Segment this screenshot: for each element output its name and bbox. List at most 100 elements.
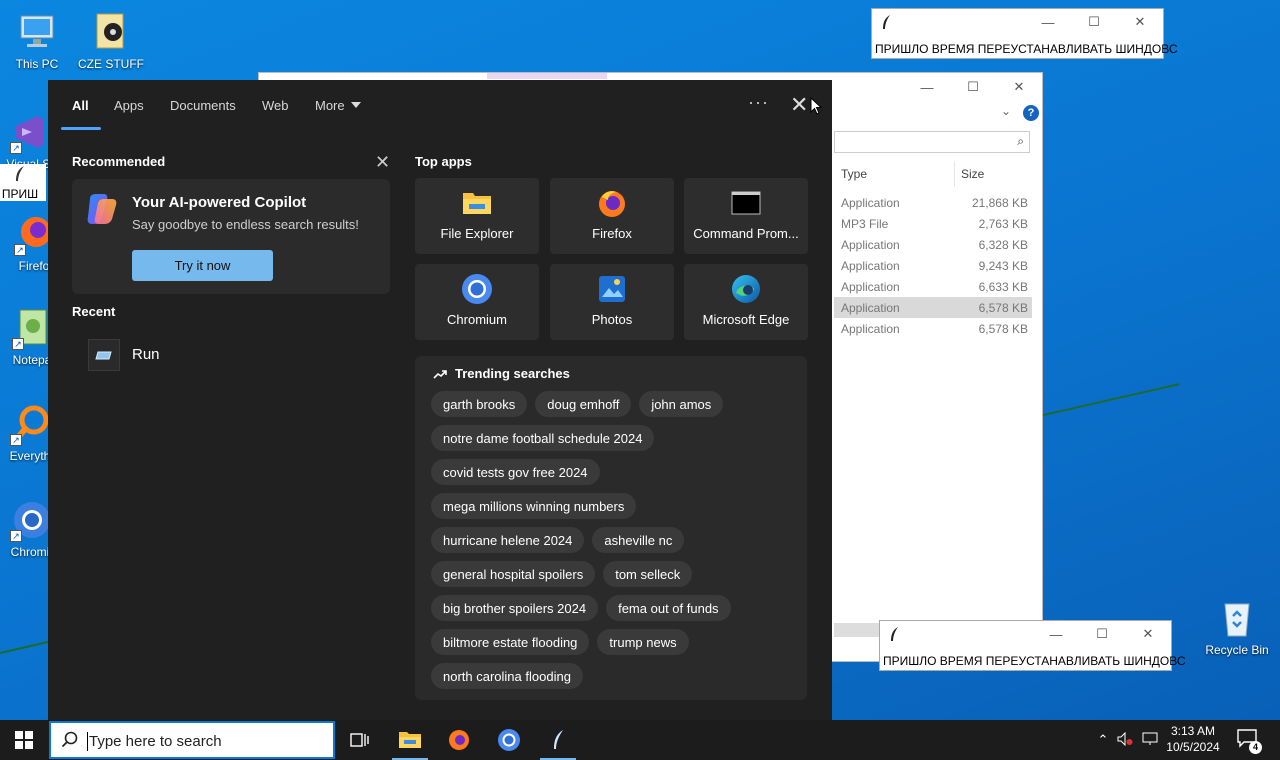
notification-center-button[interactable]: 4 bbox=[1236, 728, 1262, 754]
column-divider bbox=[954, 161, 955, 187]
taskbar-notepad[interactable] bbox=[534, 720, 582, 760]
notepad-window-controls: — ☐ ✕ bbox=[1033, 621, 1171, 647]
trending-chip[interactable]: tom selleck bbox=[603, 561, 693, 587]
help-icon[interactable]: ? bbox=[1023, 105, 1039, 121]
taskbar-file-explorer[interactable] bbox=[386, 720, 434, 760]
notepad-titlebar[interactable]: — ☐ ✕ bbox=[872, 9, 1163, 35]
column-header-type[interactable]: Type bbox=[841, 167, 867, 181]
notepad-titlebar[interactable]: — ☐ ✕ bbox=[880, 621, 1171, 647]
this-pc-icon bbox=[15, 10, 59, 54]
maximize-icon[interactable]: ☐ bbox=[950, 73, 996, 101]
app-tile-label: Command Prom... bbox=[693, 226, 799, 241]
copilot-card[interactable]: Your AI-powered Copilot Say goodbye to e… bbox=[72, 179, 390, 294]
table-row[interactable]: Application 21,868 KB bbox=[834, 192, 1032, 213]
trending-chip[interactable]: mega millions winning numbers bbox=[431, 493, 637, 519]
recent-item-run[interactable]: Run bbox=[88, 338, 388, 372]
trending-chip[interactable]: doug emhoff bbox=[535, 391, 632, 417]
trending-chip[interactable]: big brother spoilers 2024 bbox=[431, 595, 599, 621]
system-tray: ⌃ bbox=[1094, 720, 1162, 760]
explorer-search-input[interactable]: ⌕ bbox=[834, 131, 1030, 153]
tab-all[interactable]: All bbox=[72, 98, 89, 113]
chevron-down-icon[interactable]: ⌄ bbox=[1001, 104, 1011, 118]
close-icon[interactable]: ✕ bbox=[1117, 9, 1163, 35]
minimize-icon[interactable]: — bbox=[1033, 621, 1079, 647]
table-row[interactable]: Application 9,243 KB bbox=[834, 255, 1032, 276]
notepad-window-top[interactable]: — ☐ ✕ ПРИШЛО ВРЕМЯ ПЕРЕУСТАНАВЛИВАТЬ ШИН… bbox=[871, 8, 1178, 59]
chip-row: mega millions winning numbers bbox=[431, 493, 801, 527]
close-icon[interactable]: ✕ bbox=[1125, 621, 1171, 647]
start-button[interactable] bbox=[0, 720, 48, 760]
chip-row: notre dame football schedule 2024 bbox=[431, 425, 801, 459]
table-row-selected[interactable]: Application 6,578 KB bbox=[834, 297, 1032, 318]
notepad-text: ПРИШЛО ВРЕМЯ ПЕРЕУСТАНАВЛИВАТЬ ШИНДОВС bbox=[883, 654, 1186, 668]
active-tab-indicator bbox=[61, 127, 101, 130]
search-icon bbox=[61, 731, 78, 748]
close-icon[interactable]: ✕ bbox=[375, 152, 390, 173]
chip-row: north carolina flooding bbox=[431, 663, 801, 697]
close-icon[interactable]: ✕ bbox=[790, 94, 808, 116]
desktop-icon-cze-stuff[interactable]: CZE STUFF bbox=[75, 10, 147, 71]
table-row[interactable]: Application 6,578 KB bbox=[834, 318, 1032, 339]
app-tile-file-explorer[interactable]: File Explorer bbox=[415, 178, 539, 254]
app-tile-chromium[interactable]: Chromium bbox=[415, 264, 539, 340]
app-tile-photos[interactable]: Photos bbox=[550, 264, 674, 340]
taskbar-chromium[interactable] bbox=[485, 720, 533, 760]
notepad-window-bottom[interactable]: — ☐ ✕ ПРИШЛО ВРЕМЯ ПЕРЕУСТАНАВЛИВАТЬ ШИН… bbox=[879, 620, 1186, 671]
trending-chip[interactable]: trump news bbox=[597, 629, 689, 655]
trending-chip[interactable]: hurricane helene 2024 bbox=[431, 527, 585, 553]
app-tile-microsoft-edge[interactable]: Microsoft Edge bbox=[684, 264, 808, 340]
desktop-icon-recycle-bin[interactable]: Recycle Bin bbox=[1201, 596, 1273, 657]
trending-chip[interactable]: north carolina flooding bbox=[431, 663, 583, 689]
desktop-icon-label: Everyth bbox=[9, 449, 51, 463]
file-type: Application bbox=[841, 196, 900, 210]
app-tile-firefox[interactable]: Firefox bbox=[550, 178, 674, 254]
trending-chip[interactable]: asheville nc bbox=[592, 527, 685, 553]
system-clock[interactable]: 3:13 AM 10/5/2024 bbox=[1158, 723, 1228, 755]
app-tile-label: File Explorer bbox=[440, 226, 514, 241]
app-tile-command-prompt[interactable]: Command Prom... bbox=[684, 178, 808, 254]
chevron-up-icon[interactable]: ⌃ bbox=[1094, 732, 1112, 748]
tab-web[interactable]: Web bbox=[262, 98, 289, 113]
network-monitor-icon bbox=[1142, 732, 1158, 745]
copilot-icon bbox=[87, 194, 117, 224]
recycle-bin-icon bbox=[1215, 596, 1259, 640]
tab-documents[interactable]: Documents bbox=[170, 98, 236, 113]
minimize-icon[interactable]: — bbox=[1025, 9, 1071, 35]
trending-chip[interactable]: covid tests gov free 2024 bbox=[431, 459, 600, 485]
desktop-icon-label: Recycle Bin bbox=[1205, 643, 1269, 657]
desktop-wallpaper-line-left bbox=[0, 640, 50, 654]
desktop-icon-notepad-doc[interactable]: ПРИШ bbox=[0, 164, 46, 201]
table-row[interactable]: MP3 File 2,763 KB bbox=[834, 213, 1032, 234]
task-view-button[interactable] bbox=[336, 720, 384, 760]
chip-row: biltmore estate flooding trump news bbox=[431, 629, 801, 663]
trending-chip[interactable]: fema out of funds bbox=[606, 595, 731, 621]
chip-row: general hospital spoilers tom selleck bbox=[431, 561, 801, 595]
everything-icon: ↗ bbox=[8, 402, 52, 446]
recent-item-label: Run bbox=[132, 346, 160, 363]
feather-icon bbox=[891, 627, 898, 641]
trending-chip[interactable]: notre dame football schedule 2024 bbox=[431, 425, 655, 451]
try-it-now-button[interactable]: Try it now bbox=[132, 250, 273, 281]
maximize-icon[interactable]: ☐ bbox=[1071, 9, 1117, 35]
trending-searches-card: Trending searches garth brooks doug emho… bbox=[415, 356, 807, 700]
trending-chip[interactable]: general hospital spoilers bbox=[431, 561, 596, 587]
search-placeholder: Type here to search bbox=[89, 733, 222, 750]
more-options-icon[interactable]: ··· bbox=[748, 92, 769, 113]
taskbar-search-input[interactable]: Type here to search bbox=[49, 721, 335, 759]
trending-chip[interactable]: biltmore estate flooding bbox=[431, 629, 590, 655]
trending-chip[interactable]: john amos bbox=[639, 391, 724, 417]
trending-chip[interactable]: garth brooks bbox=[431, 391, 528, 417]
minimize-icon[interactable]: — bbox=[904, 73, 950, 101]
maximize-icon[interactable]: ☐ bbox=[1079, 621, 1125, 647]
close-icon[interactable]: ✕ bbox=[996, 73, 1042, 101]
table-row[interactable]: Application 6,633 KB bbox=[834, 276, 1032, 297]
column-header-size[interactable]: Size bbox=[961, 167, 984, 181]
taskbar-firefox[interactable] bbox=[435, 720, 483, 760]
table-row[interactable]: Application 6,328 KB bbox=[834, 234, 1032, 255]
horizontal-scrollbar[interactable] bbox=[834, 623, 884, 637]
tab-apps[interactable]: Apps bbox=[114, 98, 144, 113]
desktop-icon-this-pc[interactable]: This PC bbox=[1, 10, 73, 71]
volume-muted-icon[interactable] bbox=[1112, 731, 1138, 749]
desktop-icon-label: Notepa bbox=[12, 353, 52, 367]
tab-more[interactable]: More bbox=[315, 98, 361, 113]
